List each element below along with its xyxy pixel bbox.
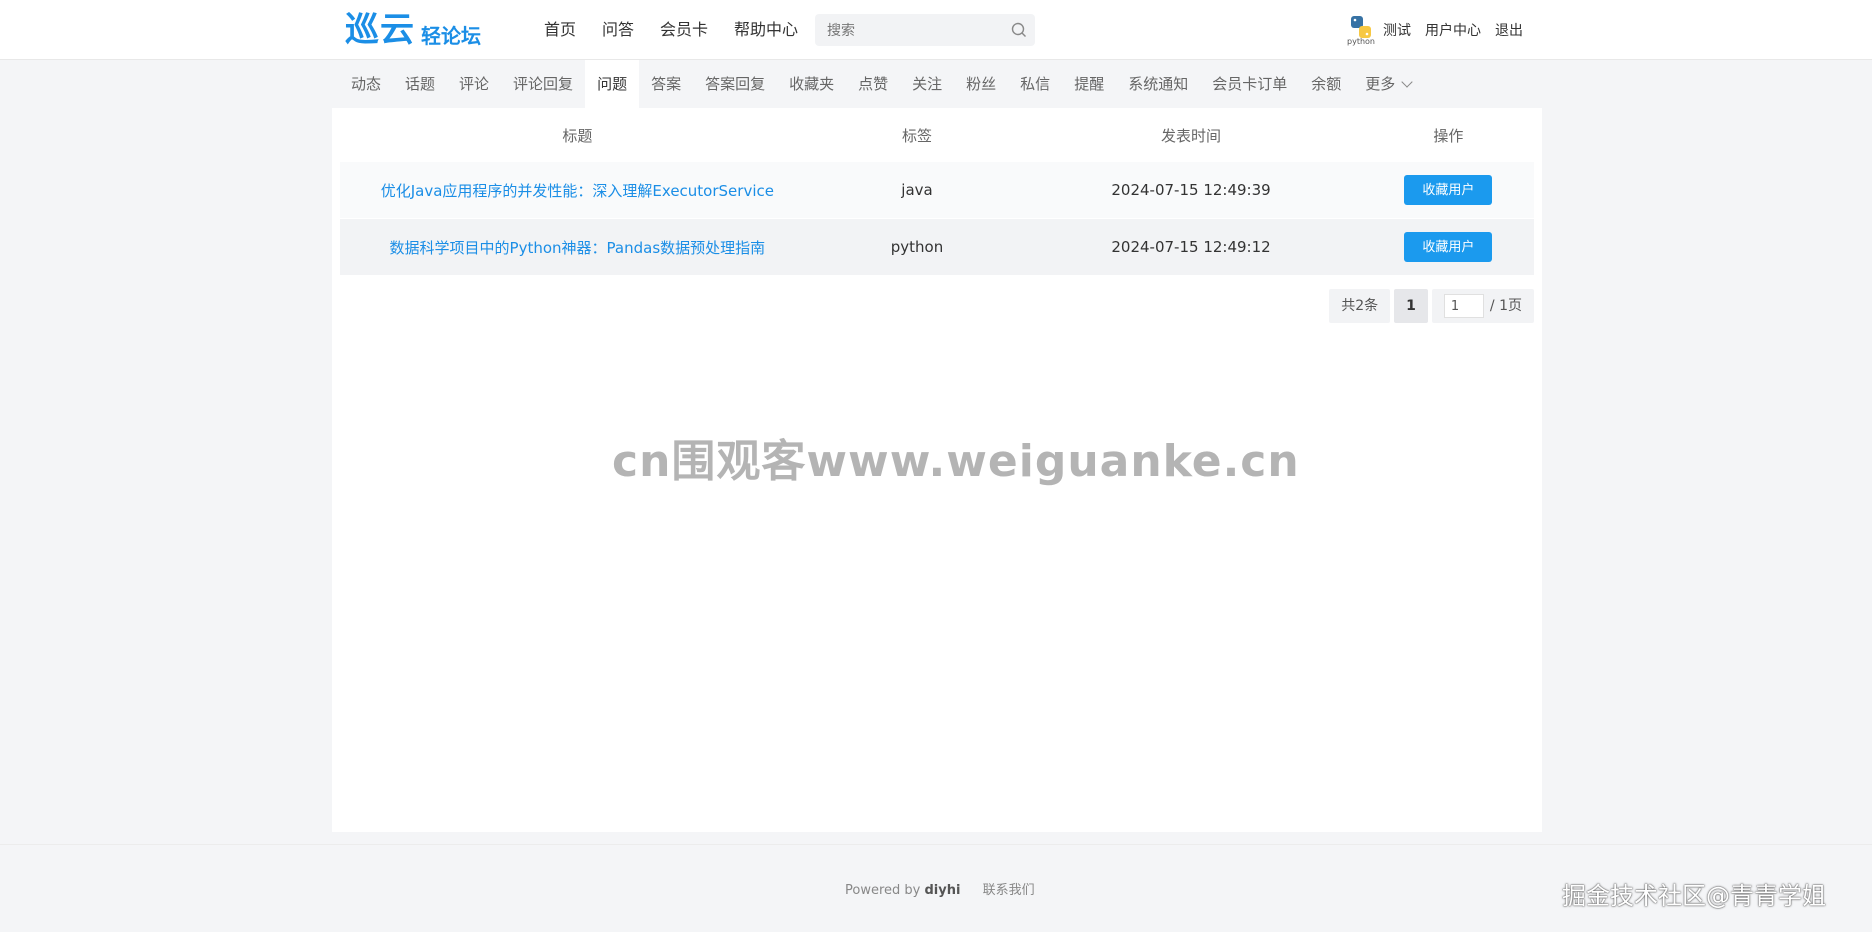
tab-more[interactable]: 更多 <box>1353 60 1423 108</box>
top-header: 巡云 轻论坛 首页 问答 会员卡 帮助中心 python 测试 用户中心 退出 <box>0 0 1872 60</box>
nav-home[interactable]: 首页 <box>544 18 576 42</box>
site-watermark: cn围观客www.weiguanke.cn <box>612 436 1300 487</box>
tab-comments[interactable]: 评论 <box>447 60 501 108</box>
search-input[interactable] <box>825 14 1009 48</box>
tab-card-orders[interactable]: 会员卡订单 <box>1200 60 1299 108</box>
tab-likes[interactable]: 点赞 <box>846 60 900 108</box>
pager-jump: / 1页 <box>1431 289 1534 323</box>
site-logo[interactable]: 巡云 轻论坛 <box>345 12 481 48</box>
avatar-python-icon[interactable]: python <box>1343 14 1379 46</box>
main-nav: 首页 问答 会员卡 帮助中心 <box>544 18 824 42</box>
user-name-link[interactable]: 测试 <box>1383 20 1411 40</box>
footer-brand-link[interactable]: diyhi <box>925 883 961 898</box>
col-time: 发表时间 <box>1161 126 1222 145</box>
avatar-label: python <box>1347 37 1375 46</box>
pager-total: 共2条 <box>1329 289 1391 323</box>
tab-activity[interactable]: 动态 <box>339 60 393 108</box>
tab-favorites[interactable]: 收藏夹 <box>777 60 846 108</box>
tab-answers[interactable]: 答案 <box>639 60 693 108</box>
nav-qa[interactable]: 问答 <box>602 18 634 42</box>
footer-powered: Powered by <box>845 883 921 898</box>
logo-main-text: 巡云 <box>345 10 415 50</box>
question-time: 2024-07-15 12:49:12 <box>1111 238 1271 256</box>
favorite-user-button[interactable]: 收藏用户 <box>1404 175 1493 205</box>
nav-help-center[interactable]: 帮助中心 <box>734 18 798 42</box>
logo-sub-text: 轻论坛 <box>421 24 481 48</box>
tab-follows[interactable]: 关注 <box>900 60 954 108</box>
pager-total-pages: / 1页 <box>1489 298 1522 314</box>
user-box: python 测试 用户中心 退出 <box>1343 14 1523 46</box>
pagination: 共2条 1 / 1页 <box>1325 289 1534 323</box>
page-jump-input[interactable] <box>1443 294 1484 318</box>
corner-watermark: 掘金技术社区@青青学姐 <box>1562 882 1826 910</box>
tab-fans[interactable]: 粉丝 <box>954 60 1008 108</box>
table-row: 优化Java应用程序的并发性能：深入理解ExecutorService java… <box>340 162 1534 219</box>
logout-link[interactable]: 退出 <box>1495 20 1523 40</box>
footer-contact-link[interactable]: 联系我们 <box>983 883 1035 898</box>
search-icon[interactable] <box>1011 22 1027 38</box>
pager-current-page[interactable]: 1 <box>1394 289 1428 323</box>
question-title-link[interactable]: 优化Java应用程序的并发性能：深入理解ExecutorService <box>381 182 774 200</box>
tab-topics[interactable]: 话题 <box>393 60 447 108</box>
chevron-down-icon <box>1401 76 1413 88</box>
tab-answer-replies[interactable]: 答案回复 <box>693 60 777 108</box>
question-time: 2024-07-15 12:49:39 <box>1111 181 1271 199</box>
col-title: 标题 <box>562 126 593 145</box>
tab-questions[interactable]: 问题 <box>585 60 640 108</box>
tab-comment-replies[interactable]: 评论回复 <box>501 60 585 108</box>
question-tag: python <box>890 238 944 256</box>
tab-messages[interactable]: 私信 <box>1008 60 1062 108</box>
search-box <box>815 14 1035 48</box>
user-center-link[interactable]: 用户中心 <box>1425 20 1481 40</box>
nav-membership-card[interactable]: 会员卡 <box>660 18 708 42</box>
tab-more-label: 更多 <box>1365 75 1396 93</box>
user-tabs: 动态 话题 评论 评论回复 问题 答案 答案回复 收藏夹 点赞 关注 粉丝 私信… <box>339 60 1423 108</box>
tab-balance[interactable]: 余额 <box>1299 60 1353 108</box>
col-action: 操作 <box>1433 126 1464 145</box>
question-tag: java <box>901 181 933 199</box>
table-row: 数据科学项目中的Python神器：Pandas数据预处理指南 python 20… <box>340 218 1534 276</box>
col-tag: 标签 <box>902 126 933 145</box>
tab-reminders[interactable]: 提醒 <box>1062 60 1116 108</box>
table-header-row: 标题 标签 发表时间 操作 <box>340 108 1534 162</box>
question-title-link[interactable]: 数据科学项目中的Python神器：Pandas数据预处理指南 <box>390 239 766 257</box>
favorite-user-button[interactable]: 收藏用户 <box>1404 232 1493 262</box>
footer-text: Powered by diyhi 联系我们 <box>845 879 1035 898</box>
questions-table: 标题 标签 发表时间 操作 优化Java应用程序的并发性能：深入理解Execut… <box>340 108 1534 276</box>
tab-system-notices[interactable]: 系统通知 <box>1116 60 1200 108</box>
